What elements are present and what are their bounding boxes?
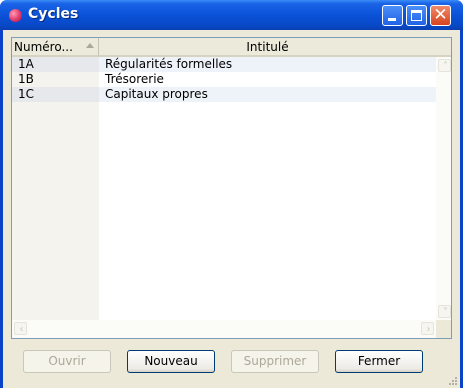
ouvrir-button[interactable]: Ouvrir bbox=[23, 350, 111, 373]
chevron-up-icon: ˄ bbox=[443, 61, 448, 72]
resize-grip-icon[interactable] bbox=[446, 374, 458, 386]
sort-ascending-icon bbox=[86, 43, 94, 48]
close-button[interactable]: ✕ bbox=[430, 5, 451, 26]
cell-numero: 1A bbox=[18, 57, 34, 71]
table-row[interactable]: 1A Régularités formelles bbox=[12, 57, 436, 72]
maximize-button[interactable] bbox=[406, 5, 427, 26]
table-row[interactable]: 1C Capitaux propres bbox=[12, 87, 436, 102]
scrollbar-corner bbox=[436, 320, 451, 338]
cell-intitule: Régularités formelles bbox=[105, 57, 233, 71]
scroll-left-box: ‹ bbox=[14, 322, 27, 335]
maximize-icon bbox=[411, 10, 422, 21]
column-header-intitule[interactable]: Intitulé bbox=[99, 38, 436, 57]
window-client-area: Numéro... Intitulé 1A Régularités formel… bbox=[3, 30, 460, 388]
column-header-numero[interactable]: Numéro... bbox=[12, 38, 99, 57]
cycles-app-icon[interactable] bbox=[9, 9, 22, 22]
cycles-list[interactable]: Numéro... Intitulé 1A Régularités formel… bbox=[11, 37, 452, 339]
chevron-right-icon: › bbox=[426, 324, 431, 335]
close-icon: ✕ bbox=[433, 5, 448, 25]
cell-intitule: Capitaux propres bbox=[105, 87, 208, 101]
scroll-left-button[interactable]: ‹ bbox=[12, 320, 29, 338]
column-header-numero-label: Numéro... bbox=[14, 40, 73, 54]
chevron-down-icon: ˅ bbox=[443, 307, 448, 318]
title-bar[interactable]: Cycles ✕ bbox=[0, 0, 463, 30]
column-header-intitule-label: Intitulé bbox=[246, 40, 289, 54]
cycles-window: Cycles ✕ Numéro... Intitulé 1A Régularit… bbox=[0, 0, 463, 388]
scroll-up-box: ˄ bbox=[438, 59, 451, 72]
scroll-up-button[interactable]: ˄ bbox=[436, 57, 451, 74]
cell-numero: 1C bbox=[18, 87, 35, 101]
supprimer-button[interactable]: Supprimer bbox=[231, 350, 319, 373]
nouveau-button[interactable]: Nouveau bbox=[127, 350, 215, 373]
table-row[interactable]: 1B Trésorerie bbox=[12, 72, 436, 87]
cell-numero: 1B bbox=[18, 72, 34, 86]
cell-intitule: Trésorerie bbox=[105, 72, 164, 86]
fermer-button[interactable]: Fermer bbox=[335, 350, 423, 373]
horizontal-scrollbar[interactable]: ‹ › bbox=[12, 320, 436, 338]
column-header-filler bbox=[436, 38, 451, 57]
chevron-left-icon: ‹ bbox=[19, 324, 24, 335]
vertical-scrollbar[interactable]: ˄ ˅ bbox=[436, 57, 451, 320]
scroll-right-button[interactable]: › bbox=[419, 320, 436, 338]
scroll-down-button[interactable]: ˅ bbox=[436, 303, 451, 320]
minimize-button[interactable] bbox=[382, 5, 403, 26]
minimize-icon bbox=[388, 18, 396, 21]
scroll-right-box: › bbox=[421, 322, 434, 335]
window-title: Cycles bbox=[28, 6, 79, 22]
scroll-down-box: ˅ bbox=[438, 305, 451, 318]
